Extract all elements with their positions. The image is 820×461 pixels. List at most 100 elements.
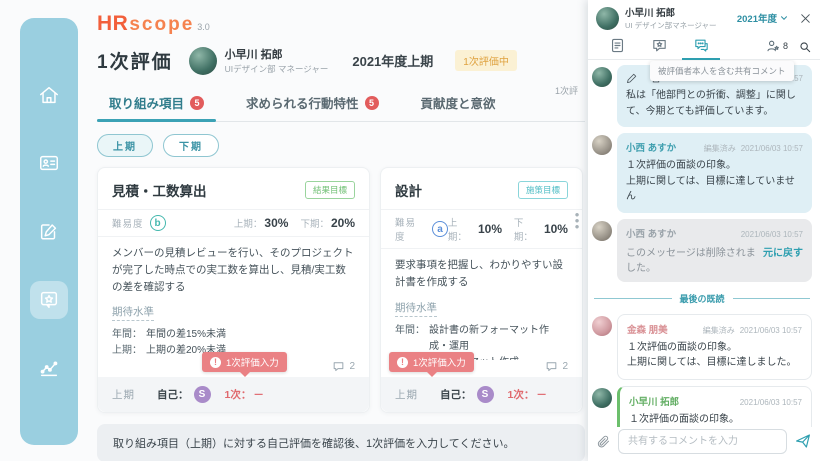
first-eval-value[interactable]: － xyxy=(253,387,264,402)
difficulty-grade: b xyxy=(149,215,166,231)
difficulty-label: 難易度 xyxy=(395,218,417,243)
tab-label: 貢献度と意欲 xyxy=(420,97,496,111)
pencil-icon xyxy=(627,73,637,84)
first-evaluation-alert: ! 1次評価入力 xyxy=(202,352,287,377)
second-half-value: 10% xyxy=(543,222,568,236)
difficulty-grade: a xyxy=(432,221,448,237)
sidebar xyxy=(20,18,78,445)
comment-line: 上期に関しては、目標に達しました。 xyxy=(627,357,797,368)
search-button[interactable] xyxy=(788,40,812,59)
comment-tabs: 8 xyxy=(588,34,820,60)
star-bubble-icon xyxy=(652,39,666,52)
row-value: 年間の差15%未満 xyxy=(146,329,227,341)
first-half-value: 30% xyxy=(264,216,289,230)
second-half-value: 20% xyxy=(330,216,355,230)
self-grade-label: 自己： xyxy=(440,389,472,401)
footer-period: 上期 xyxy=(395,389,418,401)
year-selector[interactable]: 2021年度 xyxy=(737,11,789,25)
truncated-action-text: 1次評 xyxy=(555,86,579,96)
edit-comment-button[interactable] xyxy=(626,72,638,84)
edited-label: 編集済み xyxy=(702,325,735,335)
footer-period: 上期 xyxy=(112,389,135,401)
first-eval-label: 1次： xyxy=(224,389,252,401)
comment-line: 上期に関しては、目標に達していません xyxy=(626,175,795,203)
comment-line: １次評価の面談の印象。 xyxy=(627,341,737,353)
first-eval-value[interactable]: － xyxy=(536,387,547,402)
comment-input[interactable] xyxy=(618,428,787,454)
page-header: 1次評価 小早川 拓郎 UIデザイン部 マネージャー 2021年度上期 1次評価… xyxy=(97,46,585,75)
goal-description: 要求事項を把握し、わかりやすい設計書を作成する xyxy=(395,259,563,288)
page-title: 1次評価 xyxy=(97,52,173,73)
author-name: 小早川 拓郎 xyxy=(629,396,680,408)
status-badge: 1次評価中 xyxy=(455,50,517,71)
row-value: 設計書の新フォーマット作成・運用 xyxy=(429,324,549,352)
filter-second-half[interactable]: 下期 xyxy=(163,134,219,157)
avatar xyxy=(592,387,612,408)
deleted-comment-message: 小西 あすか 2021/06/03 10:57 このメッセージは削除されました。… xyxy=(592,218,812,282)
tab-contribution[interactable]: 貢献度と意欲 xyxy=(409,89,508,121)
tab-behaviors[interactable]: 求められる行動特性 5 xyxy=(234,89,391,121)
comment-message: 小早川 拓郎 2021/06/03 10:57 １次評価の面談の印象。 上期に関… xyxy=(592,385,812,428)
comment-thread: 被評価者本人を含む共有コメント 2021/06/03 10:57 xyxy=(588,60,820,427)
evaluation-card-estimation: 見積・工数算出 結果目標 難易度 b 上期： 30% 下期： 20% メンバーの… xyxy=(97,167,370,413)
user-avatar xyxy=(188,46,217,75)
comment-text: １次評価の面談の印象。 上期に関しては、目標に達していません xyxy=(626,158,803,205)
document-icon xyxy=(611,38,623,53)
panel-resize-handle[interactable]: • • • xyxy=(572,208,582,232)
timestamp: 2021/06/03 10:57 xyxy=(739,397,802,407)
author-name: 小西 あすか xyxy=(626,143,677,154)
avatar xyxy=(592,135,612,155)
self-grade-badge: S xyxy=(476,386,494,403)
last-read-divider: 最後の既読 xyxy=(594,292,811,305)
close-panel-button[interactable] xyxy=(799,12,812,25)
comment-line: １次評価の面談の印象。 xyxy=(629,413,739,425)
logo-hr: HR xyxy=(97,12,129,35)
logo-version: 3.0 xyxy=(197,22,210,32)
attach-file-button[interactable] xyxy=(596,434,611,449)
user-name: 小早川 拓郎 xyxy=(224,49,283,61)
user-name: 小早川 拓郎 xyxy=(625,8,676,19)
tab-shared-comments[interactable] xyxy=(680,37,722,60)
comment-message: 小西 あすか 編集済み 2021/06/03 10:57 １次評価の面談の印象。… xyxy=(592,133,812,213)
chevron-down-icon xyxy=(781,16,787,20)
expectation-row: 年間： 設計書の新フォーマット作成・運用 xyxy=(395,323,568,355)
search-icon xyxy=(800,42,811,53)
year-label: 2021年度 xyxy=(736,14,777,25)
first-half-value: 10% xyxy=(477,222,503,236)
participants-button[interactable]: 8 xyxy=(765,38,788,59)
card-title: 見積・工数算出 xyxy=(112,184,207,199)
evaluation-icon[interactable] xyxy=(30,280,68,319)
tab-evaluator-comments[interactable] xyxy=(638,37,680,59)
first-half-label: 上期： xyxy=(233,219,263,230)
comment-icon xyxy=(547,362,557,372)
first-evaluation-alert: ! 1次評価入力 xyxy=(389,352,474,377)
edit-note-icon[interactable] xyxy=(30,212,68,250)
alert-text: 1次評価入力 xyxy=(413,358,466,369)
home-icon[interactable] xyxy=(30,76,68,114)
tab-label: 取り組み項目 xyxy=(109,97,185,111)
comment-icon xyxy=(334,362,344,372)
comment-input-bar xyxy=(588,427,820,461)
tab-bar: 取り組み項目 5 求められる行動特性 5 貢献度と意欲 xyxy=(97,89,585,122)
main-panel: HR scope 3.0 1次評価 小早川 拓郎 UIデザイン部 マネージャー … xyxy=(97,0,585,461)
user-role: UIデザイン部 マネージャー xyxy=(224,64,329,74)
last-read-label: 最後の既読 xyxy=(679,293,725,304)
comment-message: 金森 朋美 編集済み 2021/06/03 10:57 １次評価の面談の印象。 … xyxy=(592,313,812,380)
first-eval-label: 1次： xyxy=(507,389,535,401)
evaluation-card-design: 設計 施策目標 難易度 a 上期： 10% 下期： 10% 要求事項を把握し、わ… xyxy=(380,167,583,413)
goal-description: メンバーの見積レビューを行い、そのプロジェクトが完了した時点での実工数を算出し、… xyxy=(112,247,354,293)
alert-icon: ! xyxy=(397,356,408,368)
tab-notes[interactable] xyxy=(596,37,638,59)
tab-initiatives[interactable]: 取り組み項目 5 xyxy=(97,89,217,122)
analytics-icon[interactable] xyxy=(30,349,68,387)
self-grade-badge: S xyxy=(193,386,211,403)
card-footer: ! 1次評価入力 上期 自己： S 1次： － xyxy=(98,352,369,412)
send-comment-button[interactable] xyxy=(794,432,812,450)
filter-first-half[interactable]: 上期 xyxy=(97,134,153,157)
logo-scope: scope xyxy=(129,14,195,35)
profile-card-icon[interactable] xyxy=(30,144,68,182)
edited-label: 編集済み xyxy=(703,144,736,153)
comment-text: １次評価の面談の印象。 上期に関しては、目標に達しておらず、モチベーションが下が… xyxy=(629,412,802,428)
undo-delete-link[interactable]: 元に戻す xyxy=(763,244,803,259)
period-filter: 上期 下期 xyxy=(97,134,585,157)
